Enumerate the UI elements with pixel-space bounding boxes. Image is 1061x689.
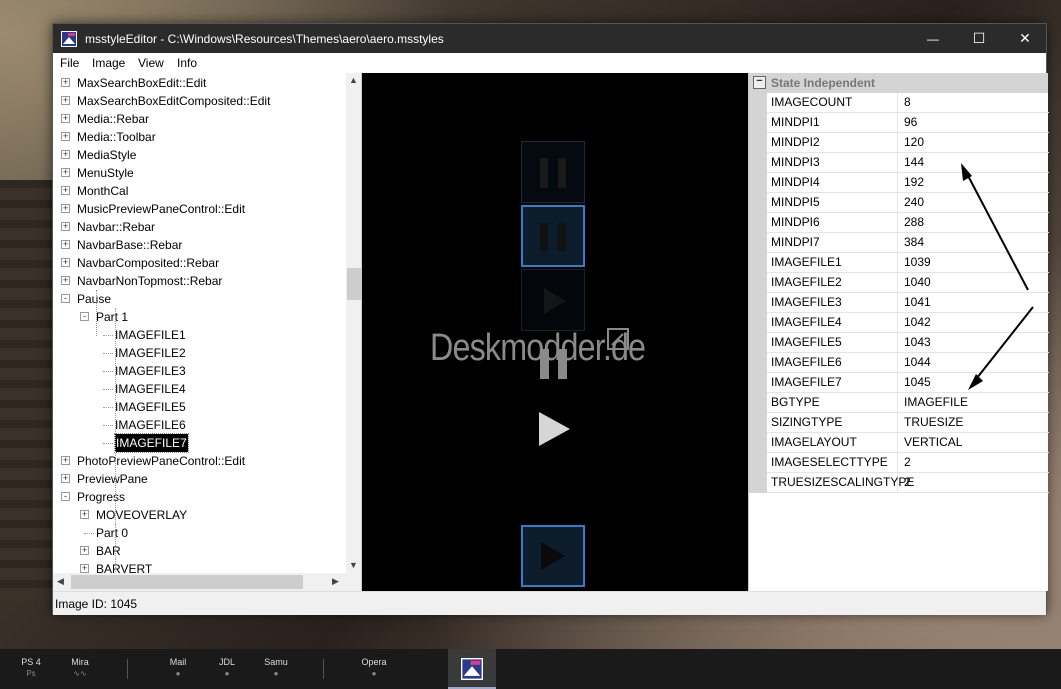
annotation-arrowhead-down <box>968 374 983 390</box>
taskbar-item-jdl[interactable]: JDL ● <box>212 657 242 678</box>
taskbar-item-opera[interactable]: Opera ● <box>356 657 392 678</box>
taskbar-separator <box>127 659 128 679</box>
taskbar: PS 4 Ps Mira ∿∿ Mail ● JDL ● Samu ● Opera ● <box>0 649 1061 689</box>
taskbar-item-ps4[interactable]: PS 4 Ps <box>14 657 48 678</box>
taskbar-item-msstyleeditor[interactable] <box>448 649 496 689</box>
taskbar-item-mira[interactable]: Mira ∿∿ <box>62 657 98 678</box>
taskbar-item-samu[interactable]: Samu ● <box>258 657 294 678</box>
taskbar-separator <box>323 659 324 679</box>
annotation-arrow-down <box>972 306 1034 384</box>
taskbar-item-mail[interactable]: Mail ● <box>162 657 194 678</box>
annotation-arrows <box>961 163 1034 390</box>
msstyleeditor-app-icon <box>461 658 483 680</box>
annotation-arrow-up <box>964 169 1029 291</box>
